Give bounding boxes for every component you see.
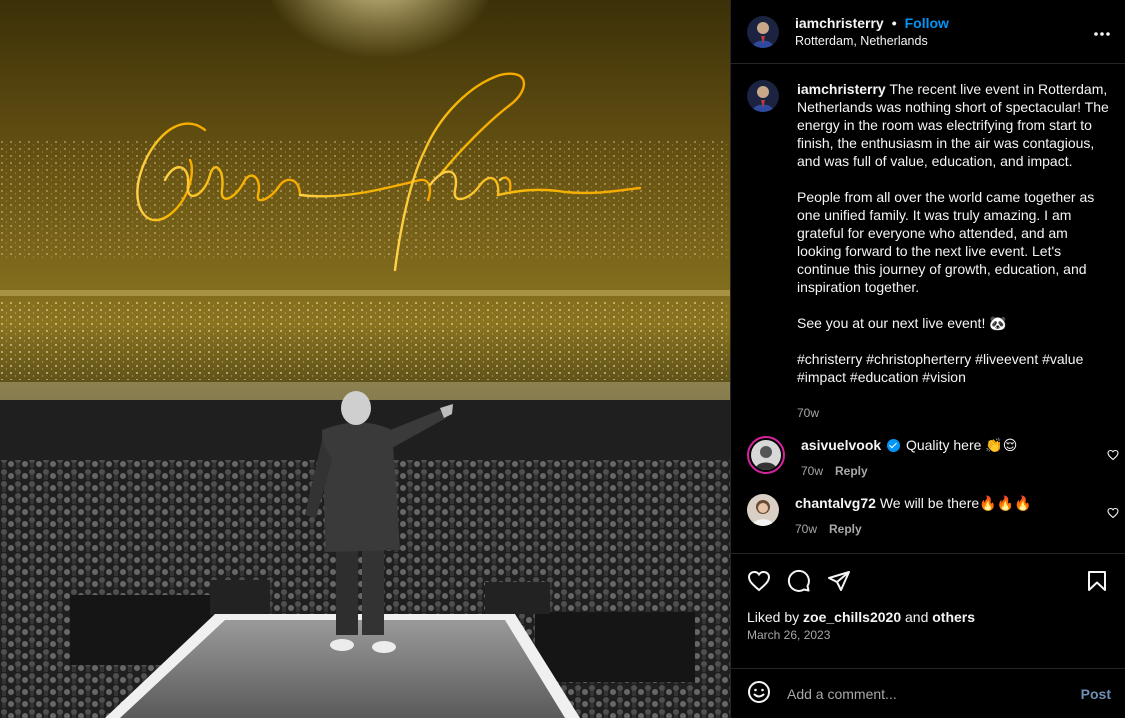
header-line: iamchristerry • Follow [795, 14, 1093, 32]
likes-summary: Liked by zoe_chills2020 and others [731, 608, 1125, 626]
emoji-smiley-icon[interactable] [747, 680, 771, 707]
reply-button[interactable]: Reply [829, 520, 862, 538]
post-details-panel: iamchristerry • Follow Rotterdam, Nether… [730, 0, 1125, 718]
caption-username[interactable]: iamchristerry [797, 81, 886, 97]
comment-item: chantalvg72 We will be there🔥🔥🔥 70w Repl… [731, 480, 1125, 538]
likes-prefix: Liked by [747, 609, 800, 625]
comment-bubble-icon[interactable] [787, 569, 811, 593]
post-image[interactable] [0, 0, 730, 718]
post-location[interactable]: Rotterdam, Netherlands [795, 32, 1093, 50]
like-comment-heart-icon[interactable] [1107, 448, 1119, 464]
caption-hashtags[interactable]: #christerry #christopherterry #liveevent… [797, 350, 1111, 386]
author-avatar[interactable] [747, 15, 779, 48]
comment-meta: 70w Reply [801, 462, 1111, 480]
verified-badge-icon [887, 439, 901, 452]
caption-time[interactable]: 70w [797, 404, 1111, 422]
liker-username[interactable]: zoe_chills2020 [803, 609, 901, 625]
more-options-icon[interactable] [1093, 26, 1111, 37]
like-comment-heart-icon[interactable] [1107, 506, 1119, 522]
post-header: iamchristerry • Follow Rotterdam, Nether… [731, 0, 1125, 64]
post-comment-button[interactable]: Post [1081, 686, 1111, 702]
add-comment-bar: Post [731, 668, 1125, 718]
concert-photo [0, 0, 730, 718]
caption-paragraph-1: iamchristerry The recent live event in R… [797, 80, 1111, 170]
caption-paragraph-2: People from all over the world came toge… [797, 189, 1095, 295]
comment-body: asivuelvook Quality here 👏😌 70w Reply [801, 436, 1111, 480]
comment-time[interactable]: 70w [801, 462, 823, 480]
header-text: iamchristerry • Follow Rotterdam, Nether… [795, 14, 1093, 50]
comment-username[interactable]: asivuelvook [801, 437, 881, 453]
comment-text: Quality here 👏😌 [905, 437, 1018, 453]
caption-body: iamchristerry The recent live event in R… [797, 80, 1111, 422]
save-bookmark-icon[interactable] [1085, 569, 1109, 593]
post-caption: iamchristerry The recent live event in R… [731, 64, 1125, 422]
like-heart-icon[interactable] [747, 569, 771, 593]
likes-others-link[interactable]: others [932, 609, 975, 625]
separator-dot: • [891, 14, 897, 31]
action-bar [731, 554, 1125, 608]
reply-button[interactable]: Reply [835, 462, 868, 480]
comment-time[interactable]: 70w [795, 520, 817, 538]
likes-conjunction: and [905, 609, 929, 625]
post-date[interactable]: March 26, 2023 [731, 626, 1125, 668]
commenter-avatar[interactable] [747, 436, 785, 474]
comment-item: asivuelvook Quality here 👏😌 70w Reply [731, 422, 1125, 480]
commenter-avatar[interactable] [747, 494, 779, 526]
comments-scroll-area[interactable]: iamchristerry The recent live event in R… [731, 64, 1125, 554]
comment-body: chantalvg72 We will be there🔥🔥🔥 70w Repl… [795, 494, 1111, 538]
author-username[interactable]: iamchristerry [795, 14, 884, 32]
comment-meta: 70w Reply [795, 520, 1111, 538]
share-paper-plane-icon[interactable] [827, 569, 851, 593]
caption-avatar[interactable] [747, 80, 779, 112]
caption-paragraph-3: See you at our next live event! 🐼 [797, 315, 1007, 331]
comment-username[interactable]: chantalvg72 [795, 495, 876, 511]
comment-text: We will be there🔥🔥🔥 [879, 495, 1032, 511]
post-modal: iamchristerry • Follow Rotterdam, Nether… [0, 0, 1125, 718]
follow-button[interactable]: Follow [905, 14, 949, 32]
add-comment-input[interactable] [787, 685, 1081, 702]
